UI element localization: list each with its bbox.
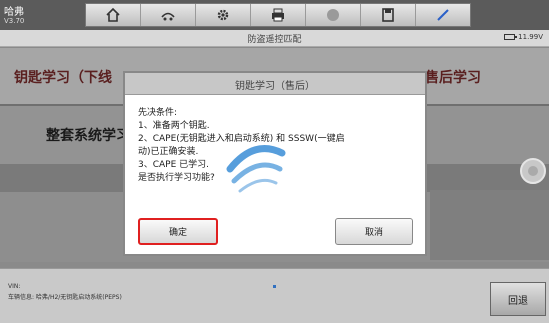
settings-button[interactable] bbox=[196, 4, 251, 26]
save-button[interactable] bbox=[361, 4, 416, 26]
car-link-icon bbox=[161, 12, 175, 21]
print-button[interactable] bbox=[251, 4, 306, 26]
dialog-line: 1、准备两个钥匙. bbox=[138, 121, 210, 131]
battery-status: 11.99V bbox=[504, 33, 543, 41]
menu-item-full-system-learn[interactable]: 整套系统学习 bbox=[46, 125, 130, 145]
app-version: V3.70 bbox=[4, 17, 25, 25]
battery-icon bbox=[504, 34, 518, 40]
vehicle-link-button[interactable] bbox=[141, 4, 196, 26]
help-button[interactable] bbox=[306, 4, 361, 26]
dialog-line: 是否执行学习功能? bbox=[138, 173, 215, 183]
floating-action-button[interactable] bbox=[520, 158, 546, 184]
dialog-line: 先决条件: bbox=[138, 108, 178, 118]
printer-icon bbox=[272, 8, 284, 22]
help-icon bbox=[327, 9, 339, 21]
confirm-dialog: 钥匙学习（售后） 先决条件: 1、准备两个钥匙. 2、CAPE(无钥匙进入和启动… bbox=[123, 71, 427, 256]
menu-item-after-sale-learn[interactable]: 售后学习 bbox=[425, 67, 481, 87]
gear-icon bbox=[217, 9, 229, 21]
battery-voltage: 11.99V bbox=[518, 33, 543, 41]
app-title: 哈弗 bbox=[4, 7, 24, 18]
menu-item-key-learn-factory[interactable]: 钥匙学习（下线 bbox=[14, 67, 112, 87]
toolbar bbox=[85, 3, 471, 27]
pen-icon bbox=[437, 9, 449, 21]
dialog-header: 钥匙学习（售后） bbox=[125, 73, 425, 95]
dialog-title: 钥匙学习（售后） bbox=[235, 81, 315, 92]
save-icon bbox=[382, 8, 394, 22]
cancel-button[interactable]: 取消 bbox=[335, 218, 413, 245]
page-indicator bbox=[273, 285, 276, 288]
page-title: 防盗遥控匹配 bbox=[247, 35, 302, 45]
dialog-line: 2、CAPE(无钥匙进入和启动系统) 和 SSSW(一键启 bbox=[138, 134, 345, 144]
sub-header: 防盗遥控匹配 11.99V bbox=[0, 30, 549, 47]
home-button[interactable] bbox=[86, 4, 141, 26]
home-icon bbox=[106, 7, 120, 22]
vin-label: VIN: bbox=[8, 283, 21, 290]
top-bar: 哈弗 V3.70 bbox=[0, 0, 549, 30]
dialog-message: 先决条件: 1、准备两个钥匙. 2、CAPE(无钥匙进入和启动系统) 和 SSS… bbox=[138, 107, 418, 185]
back-button[interactable]: 回退 bbox=[490, 282, 546, 316]
vehicle-info: 车辆信息: 哈弗/H2/无钥匙启动系统(PEPS) bbox=[8, 294, 122, 301]
dialog-line: 3、CAPE 已学习. bbox=[138, 160, 210, 170]
edit-button[interactable] bbox=[416, 4, 470, 26]
confirm-button[interactable]: 确定 bbox=[138, 218, 218, 245]
side-panel bbox=[430, 190, 549, 260]
dialog-line: 动)已正确安装. bbox=[138, 147, 199, 157]
